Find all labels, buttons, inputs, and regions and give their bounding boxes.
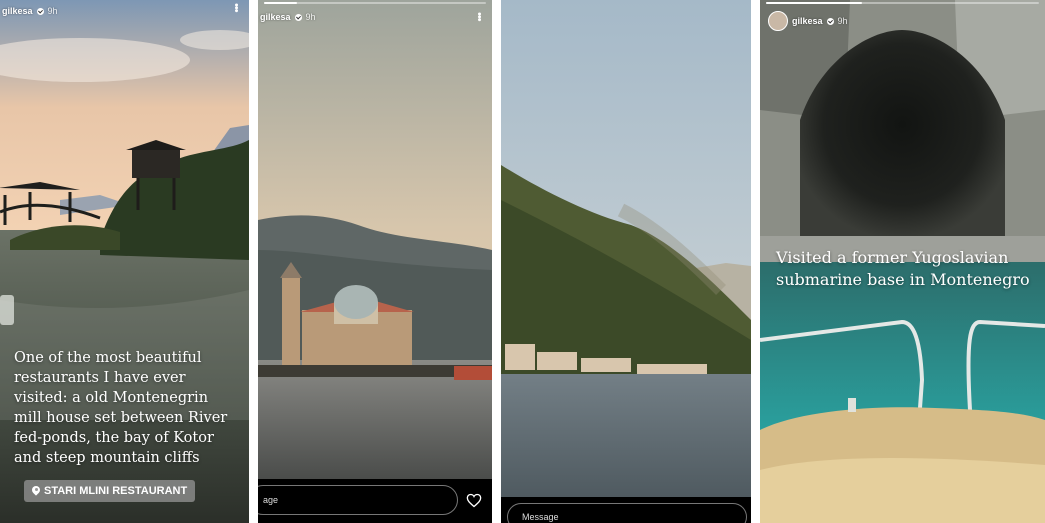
avatar[interactable] bbox=[768, 11, 788, 31]
story-caption: One of the most beautiful restaurants I … bbox=[14, 350, 228, 466]
more-options-icon[interactable]: ••• bbox=[473, 12, 485, 21]
story-panel-2[interactable]: gilkesa 9h ••• age bbox=[258, 0, 492, 523]
message-input[interactable]: age bbox=[258, 485, 458, 515]
message-bar: age bbox=[258, 479, 492, 523]
more-options-icon[interactable]: ••• bbox=[230, 3, 242, 12]
story-panel-3[interactable]: Message bbox=[501, 0, 751, 523]
message-input[interactable]: Message bbox=[507, 503, 747, 523]
location-label: STARI MLINI RESTAURANT bbox=[44, 485, 188, 497]
story-time: 9h bbox=[837, 16, 848, 26]
verified-badge-icon bbox=[294, 13, 302, 21]
story-time: 9h bbox=[305, 12, 316, 22]
story-panel-4[interactable]: gilkesa 9h Visited a former Yugoslavian … bbox=[760, 0, 1045, 523]
story-photo bbox=[501, 0, 751, 504]
location-sticker[interactable]: STARI MLINI RESTAURANT bbox=[24, 480, 196, 502]
story-photo bbox=[258, 0, 492, 480]
heart-icon[interactable] bbox=[466, 493, 482, 508]
story-panel-1[interactable]: gilkesa 9h ••• One of the most beautiful… bbox=[0, 0, 249, 523]
story-progress-bar bbox=[766, 2, 1039, 4]
story-username[interactable]: gilkesa bbox=[260, 12, 291, 22]
story-header: gilkesa 9h bbox=[258, 6, 492, 28]
verified-badge-icon bbox=[826, 17, 834, 25]
location-pin-icon bbox=[32, 486, 40, 497]
story-username[interactable]: gilkesa bbox=[792, 16, 823, 26]
story-time: 9h bbox=[47, 6, 58, 16]
story-progress-bar bbox=[264, 2, 486, 4]
story-header: gilkesa 9h bbox=[0, 0, 249, 22]
story-caption: Visited a former Yugoslavian submarine b… bbox=[776, 248, 1030, 289]
story-header: gilkesa 9h bbox=[766, 10, 1045, 32]
message-bar: Message bbox=[501, 497, 751, 523]
verified-badge-icon bbox=[36, 7, 44, 15]
story-username[interactable]: gilkesa bbox=[2, 6, 33, 16]
